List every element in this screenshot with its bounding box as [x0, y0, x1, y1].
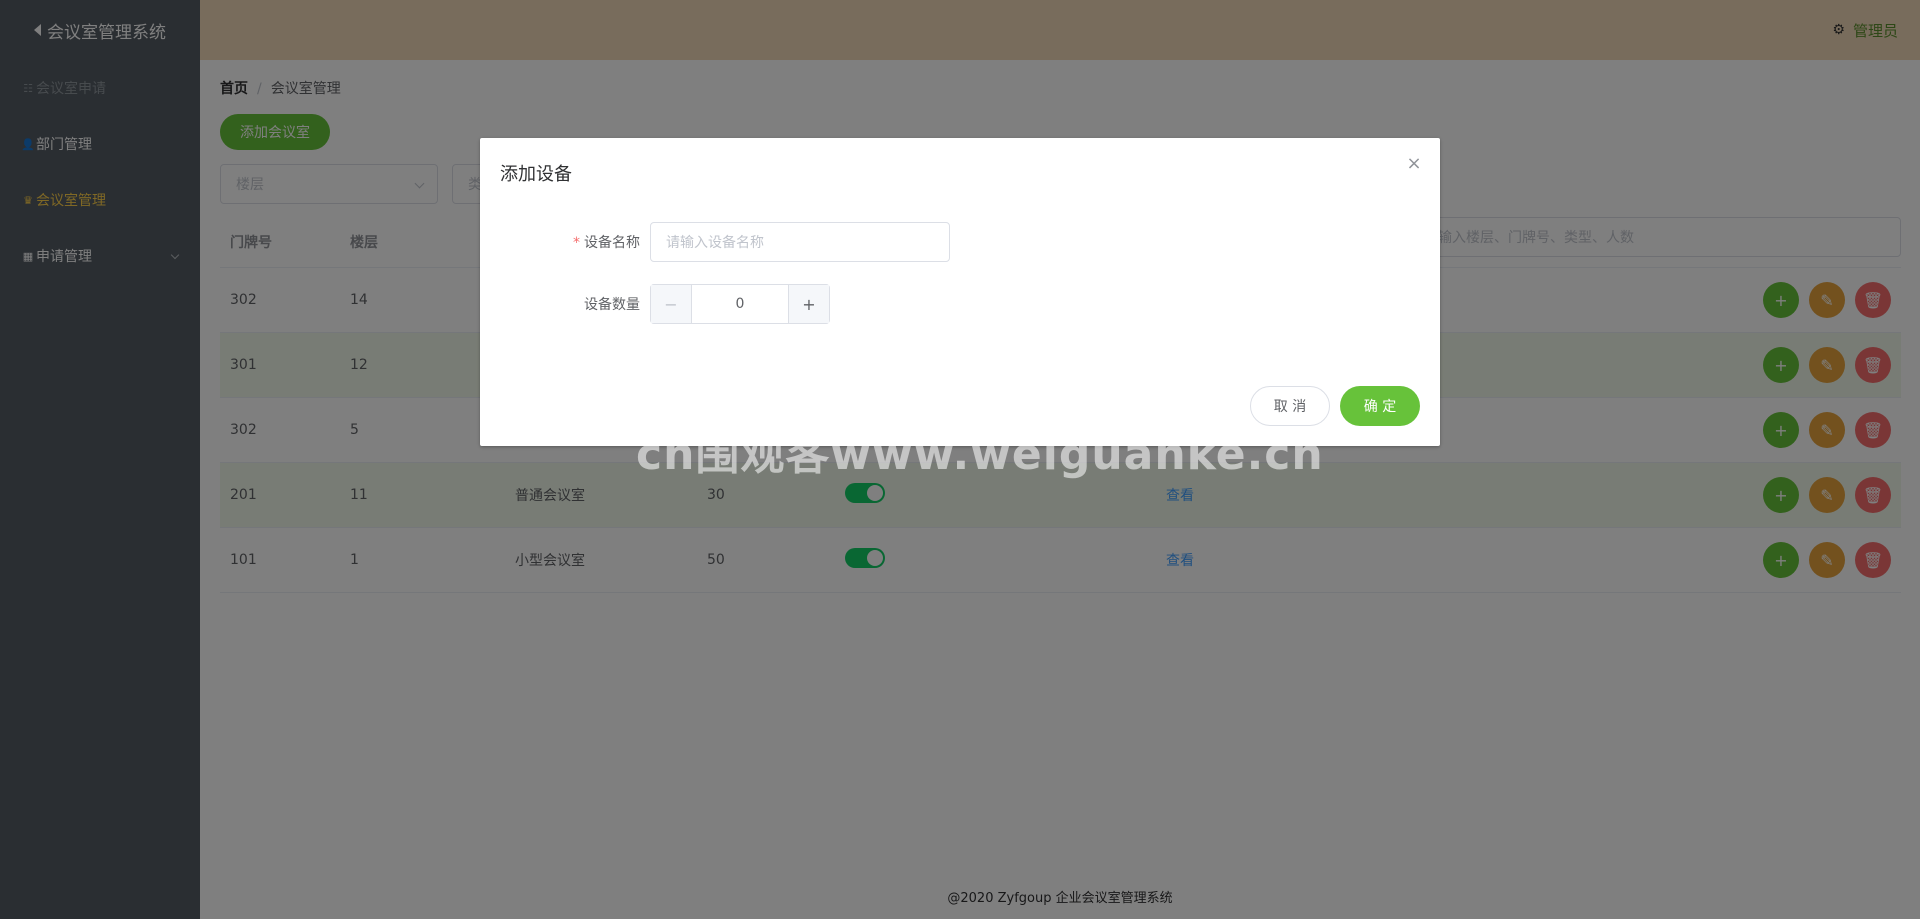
required-mark: *	[573, 235, 580, 251]
confirm-button[interactable]: 确 定	[1340, 386, 1420, 426]
watermark: cn围观客www.weiguanke.cn	[636, 429, 1324, 480]
device-name-label: * 设备名称	[500, 232, 640, 252]
device-name-placeholder: 请输入设备名称	[666, 235, 764, 251]
device-count-label: 设备数量	[584, 297, 640, 313]
device-count-stepper[interactable]: − 0 +	[650, 284, 830, 324]
device-count-value[interactable]: 0	[692, 285, 788, 323]
close-icon[interactable]: ×	[1406, 155, 1422, 173]
plus-icon: +	[802, 294, 816, 314]
decrement-button[interactable]: −	[651, 285, 692, 323]
device-name-input[interactable]: 请输入设备名称	[650, 222, 950, 262]
minus-icon: −	[664, 294, 678, 314]
dialog-title: 添加设备	[500, 164, 572, 185]
add-device-dialog: 添加设备 × * 设备名称 请输入设备名称 设备数量 − 0 + 取 消 确 定	[480, 138, 1440, 446]
increment-button[interactable]: +	[788, 285, 829, 323]
device-name-label-text: 设备名称	[584, 235, 640, 251]
